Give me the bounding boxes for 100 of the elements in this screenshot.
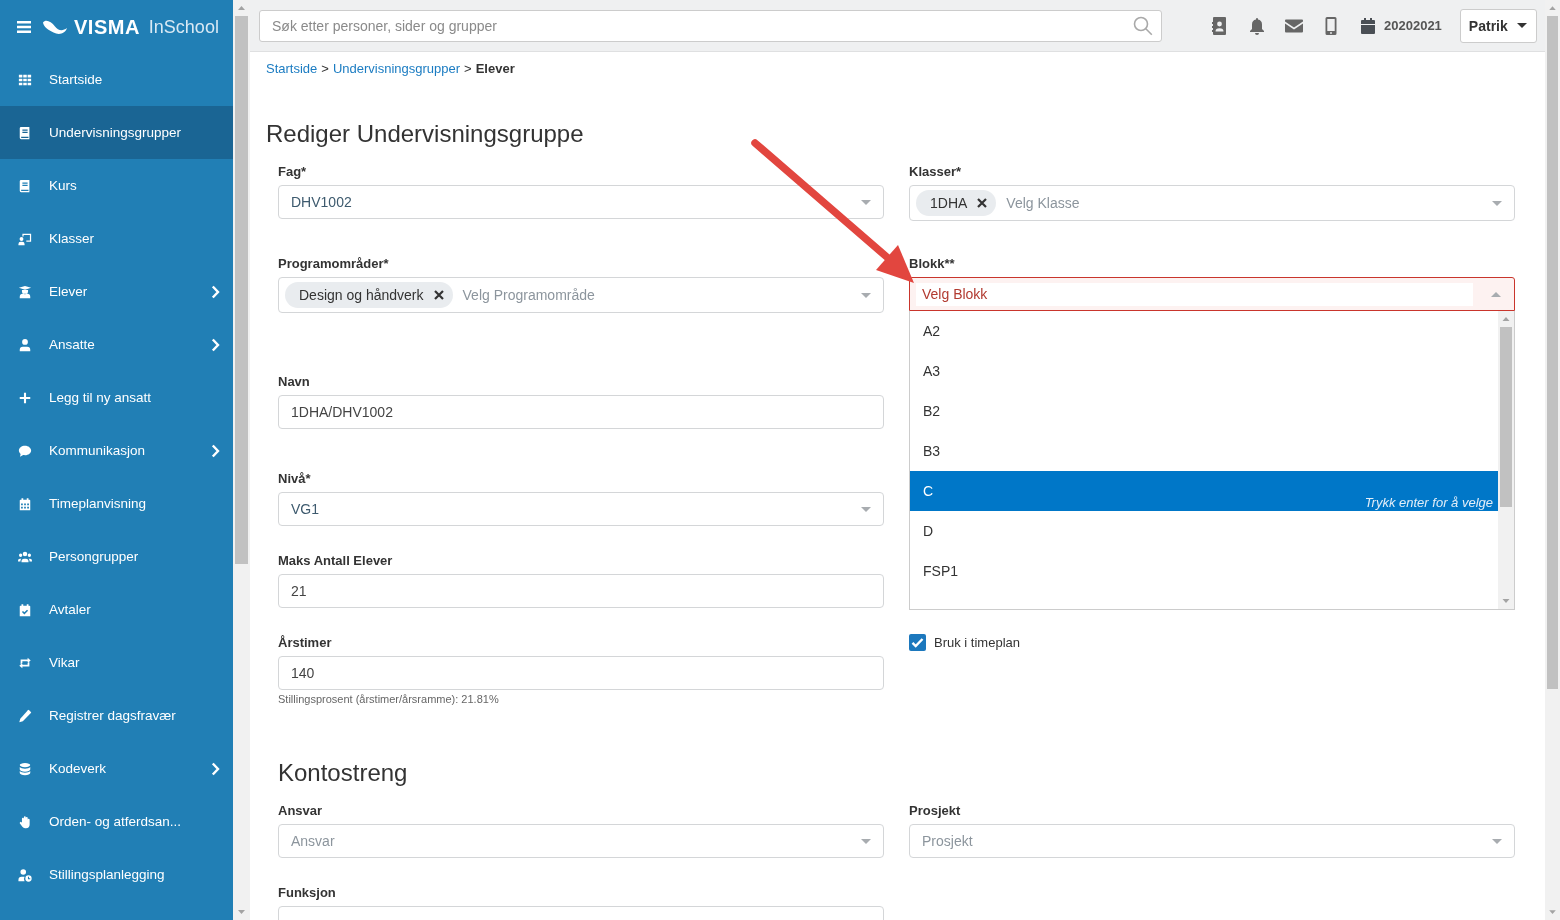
scrollbar[interactable] [233, 0, 250, 920]
scrollbar[interactable] [1545, 0, 1560, 920]
scrollbar-thumb[interactable] [1547, 16, 1558, 689]
caret-down-icon [861, 506, 871, 512]
brand-name: VISMA [74, 15, 140, 38]
calendar-icon [1358, 15, 1378, 36]
select-field[interactable]: DHV1002 [278, 185, 884, 219]
select-field[interactable]: Prosjekt [909, 824, 1515, 858]
scrollbar-thumb[interactable] [1500, 327, 1512, 507]
book-icon [18, 178, 32, 193]
chat-icon [18, 443, 32, 458]
tag-label: Design og håndverk [299, 287, 424, 303]
grid-icon [18, 72, 32, 87]
sidebar-item[interactable]: Klasser [0, 212, 233, 265]
breadcrumb-current: Elever [475, 61, 515, 77]
school-year-button[interactable]: 20202021 [1358, 15, 1442, 36]
select-field[interactable]: Velg Blokk [909, 277, 1515, 311]
dropdown-option[interactable]: B3 [910, 431, 1498, 471]
sidebar-item[interactable]: Persongrupper [0, 530, 233, 583]
dropdown-option[interactable]: B2 [910, 391, 1498, 431]
input-field[interactable]: 1DHA/DHV1002 [278, 395, 884, 429]
search-field[interactable]: Søk etter personer, sider og grupper [259, 9, 1162, 42]
scrollbar-thumb[interactable] [235, 16, 248, 564]
caret-down-icon [1492, 200, 1502, 206]
field-label: Programområder* [278, 255, 390, 272]
sidebar-item[interactable]: Kodeverk [0, 742, 233, 795]
caret-down-icon [1492, 838, 1502, 844]
search-field[interactable]: Velg Blokk [916, 282, 1473, 306]
graduate-icon [18, 284, 32, 299]
checkbox[interactable] [909, 634, 926, 651]
placeholder-text: Velg Klasse [1006, 195, 1080, 211]
scrollbar[interactable] [1498, 311, 1514, 609]
option-hint: Trykk enter for å velge [1364, 494, 1493, 511]
dropdown-option[interactable]: D [910, 511, 1498, 551]
caret-down-icon [861, 838, 871, 844]
sidebar-item[interactable]: Startside [0, 53, 233, 106]
input-field[interactable]: 140 [278, 656, 884, 690]
sidebar-item[interactable]: Kommunikasjon [0, 424, 233, 477]
placeholder-text: Velg Programområde [462, 287, 595, 303]
field-label: Funksjon [278, 884, 337, 901]
field-label: Prosjekt [909, 802, 962, 819]
caret-down-icon [1516, 23, 1527, 28]
sidebar-item[interactable]: Stillingsplanlegging [0, 848, 233, 901]
field-label: Navn [278, 373, 311, 390]
sidebar-item[interactable]: Registrer dagsfravær [0, 689, 233, 742]
tag-chip[interactable]: 1DHA [916, 190, 997, 216]
field-label: Årstimer [278, 634, 333, 651]
multiselect-field[interactable]: 1DHA Velg Klasse [909, 185, 1515, 221]
field-label: Fag* [278, 163, 308, 180]
board-icon [18, 231, 32, 246]
sidebar-item[interactable]: Avtaler [0, 583, 233, 636]
close-icon[interactable] [433, 290, 444, 300]
input-field[interactable]: 21 [278, 574, 884, 608]
breadcrumb-link[interactable]: Undervisningsgrupper [332, 61, 461, 77]
logo-icon [42, 18, 68, 35]
dropdown-option[interactable]: A2 [910, 311, 1498, 351]
hand-icon [18, 814, 32, 829]
page-title: Rediger Undervisningsgruppe [266, 119, 585, 149]
sidebar-item[interactable]: Timeplanvisning [0, 477, 233, 530]
breadcrumb-link[interactable]: Startside [266, 61, 318, 77]
section-heading: Kontostreng [278, 758, 409, 788]
product-name: InSchool [148, 15, 219, 38]
breadcrumb-separator: > [464, 61, 472, 77]
dropdown-option[interactable]: C Trykk enter for å velge [910, 471, 1498, 511]
sidebar-item[interactable]: Vikar [0, 636, 233, 689]
breadcrumb-separator: > [321, 61, 329, 77]
sidebar-item[interactable]: Undervisningsgrupper [0, 106, 233, 159]
sidebar-item[interactable]: Elever [0, 265, 233, 318]
user-clock-icon [18, 867, 32, 882]
search-icon[interactable] [1133, 15, 1153, 36]
pencil-icon [18, 708, 32, 723]
users-icon [18, 549, 32, 564]
bell-icon[interactable] [1247, 15, 1267, 36]
tag-chip[interactable]: Design og håndverk [285, 282, 453, 308]
select-field[interactable]: Ansvar [278, 824, 884, 858]
user-menu-button[interactable]: Patrik [1459, 8, 1537, 43]
sidebar-item[interactable]: Legg til ny ansatt [0, 371, 233, 424]
field-label: Blokk** [909, 255, 956, 272]
caret-up-icon [1491, 291, 1501, 297]
multiselect-field[interactable]: Design og håndverk Velg Programområde [278, 277, 884, 313]
sidebar-item[interactable]: Kurs [0, 159, 233, 212]
field-label: Klasser* [909, 163, 963, 180]
sidebar-item[interactable]: Orden- og atferdsan... [0, 795, 233, 848]
plus-icon [18, 390, 32, 405]
dropdown-option[interactable]: FSP1 [910, 551, 1498, 591]
checkbox-label: Bruk i timeplan [934, 635, 1020, 650]
field-label: Ansvar [278, 802, 324, 819]
caret-down-icon [861, 199, 871, 205]
dropdown-option[interactable]: A3 [910, 351, 1498, 391]
close-icon[interactable] [977, 198, 988, 208]
calendar-icon [18, 496, 32, 511]
sidebar-item[interactable]: Ansatte [0, 318, 233, 371]
book-icon [18, 125, 32, 140]
user-icon [18, 337, 32, 352]
help-text: Stillingsprosent (årstimer/årsramme): 21.81% [278, 692, 500, 706]
select-field[interactable]: VG1 [278, 492, 884, 526]
menu-icon[interactable] [17, 20, 31, 33]
field-label: Maks Antall Elever [278, 552, 394, 569]
caret-down-icon [861, 292, 871, 298]
field-label: Nivå* [278, 470, 312, 487]
